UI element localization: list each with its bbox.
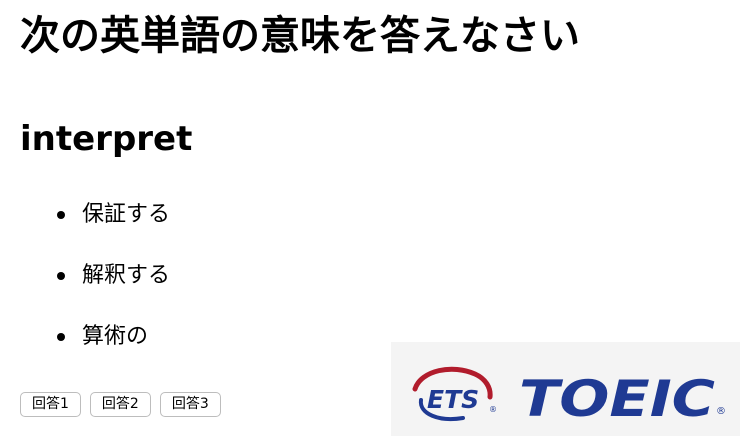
toeic-brand-text: TOEIC: [519, 370, 715, 428]
toeic-logo: ETS ® TOEIC ®: [391, 342, 740, 436]
bullet-icon: [57, 272, 65, 280]
ets-text: ETS: [427, 385, 479, 414]
choice-label: 解釈する: [82, 263, 171, 288]
question-word: interpret: [20, 119, 193, 159]
bullet-icon: [57, 333, 65, 341]
answer-3-button[interactable]: 回答3: [159, 392, 221, 417]
bullet-icon: [57, 211, 65, 219]
answer-button-group: 回答1 回答2 回答3: [20, 392, 221, 417]
answer-1-button[interactable]: 回答1: [20, 392, 81, 417]
ets-toeic-logo-graphic: ETS ® TOEIC ®: [412, 366, 726, 428]
ets-emblem: ETS ®: [412, 366, 497, 421]
ets-registered-mark: ®: [489, 405, 497, 414]
answer-2-button[interactable]: 回答2: [89, 392, 151, 417]
choice-label: 保証する: [82, 202, 171, 227]
choice-label: 算術の: [82, 324, 149, 349]
page-title: 次の英単語の意味を答えなさい: [20, 13, 580, 59]
toeic-registered-mark: ®: [716, 406, 726, 417]
